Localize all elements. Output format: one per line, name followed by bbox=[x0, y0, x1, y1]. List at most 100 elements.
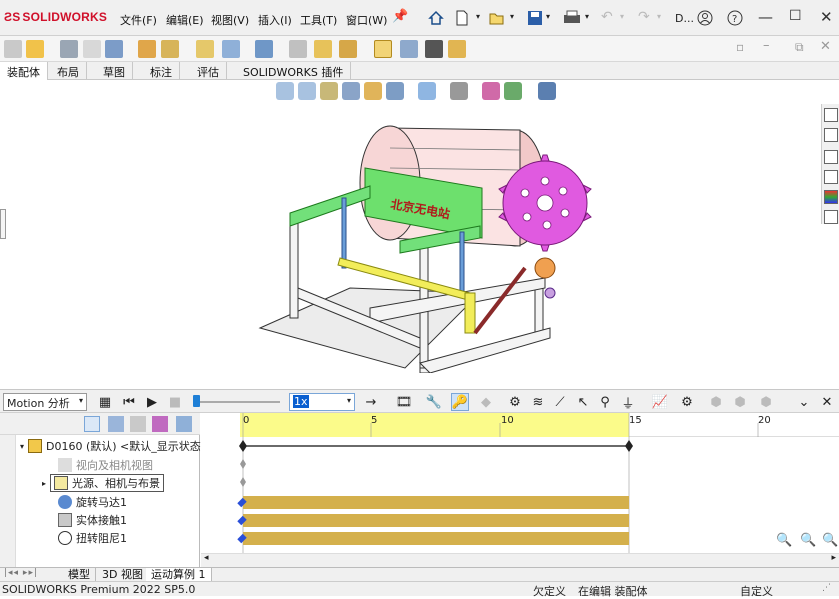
print-icon[interactable] bbox=[563, 10, 581, 26]
play-icon[interactable]: ▶ bbox=[143, 393, 161, 411]
autokey-icon[interactable]: 🔑 bbox=[451, 393, 469, 411]
zoom-in-timeline-icon[interactable]: 🔍 bbox=[800, 533, 816, 548]
results-plots-icon[interactable]: 📈 bbox=[651, 393, 669, 411]
tab-model[interactable]: 模型 bbox=[63, 568, 96, 582]
chevron-down-icon[interactable]: ▾ bbox=[510, 12, 514, 21]
autosize-icon[interactable] bbox=[176, 416, 192, 432]
paperclip-icon[interactable] bbox=[60, 40, 78, 58]
gravity-icon[interactable]: ⏚ bbox=[619, 393, 637, 412]
minimize-window-button[interactable]: — bbox=[758, 8, 773, 26]
home-icon[interactable] bbox=[428, 10, 444, 26]
redo-icon[interactable]: ↷ bbox=[638, 9, 650, 25]
view-settings-icon[interactable] bbox=[538, 82, 556, 100]
appearances-icon[interactable] bbox=[824, 190, 838, 204]
tab-scroll-arrows[interactable]: |◂◂ ▸▸| bbox=[4, 568, 38, 578]
simulation-icon[interactable]: ⬢ bbox=[757, 393, 775, 411]
calculate-icon[interactable]: ▦ bbox=[96, 393, 114, 411]
insert-component-icon[interactable] bbox=[4, 40, 22, 58]
pin-icon[interactable]: 📌 bbox=[392, 9, 408, 24]
collapse-icon[interactable]: ⬢ bbox=[707, 393, 725, 411]
force-icon[interactable]: ↖ bbox=[574, 393, 592, 411]
filter-selected-icon[interactable] bbox=[130, 416, 146, 432]
tab-sketch[interactable]: 草图 bbox=[96, 62, 133, 80]
expand-icon[interactable]: ⬢ bbox=[731, 393, 749, 411]
add-update-key-icon[interactable]: ◆ bbox=[477, 393, 495, 411]
damper-key-bar[interactable] bbox=[243, 532, 629, 545]
study-type-select[interactable]: Motion 分析 ▾ bbox=[3, 393, 87, 411]
show-hidden-icon[interactable] bbox=[161, 40, 179, 58]
menu-tools[interactable]: 工具(T) bbox=[300, 12, 337, 28]
new-motion-study-icon[interactable] bbox=[255, 40, 273, 58]
spring-icon[interactable]: ≋ bbox=[529, 393, 547, 411]
tree-item-lights[interactable]: ▸ 光源、相机与布景 bbox=[42, 474, 165, 492]
filter-driving-icon[interactable] bbox=[108, 416, 124, 432]
motor-icon[interactable]: ⚙ bbox=[506, 393, 524, 411]
scroll-left-icon[interactable]: ◂ bbox=[204, 553, 209, 563]
tree-item-damper[interactable]: 扭转阻尼1 bbox=[58, 529, 127, 547]
animation-wizard-icon[interactable]: 🔧 bbox=[425, 393, 443, 411]
tree-root[interactable]: ▾ D0160 (默认) <默认_显示状态 bbox=[20, 437, 201, 455]
menu-insert[interactable]: 插入(I) bbox=[258, 12, 292, 28]
instant3d-icon[interactable] bbox=[339, 40, 357, 58]
view-orientation-icon[interactable] bbox=[386, 82, 404, 100]
design-library-icon[interactable] bbox=[824, 128, 838, 142]
open-folder-icon[interactable] bbox=[489, 10, 505, 26]
assembly-model-view[interactable]: 北京无电站 bbox=[250, 108, 595, 373]
user-name[interactable]: D... bbox=[675, 12, 694, 25]
filter-animated-icon[interactable] bbox=[84, 416, 100, 432]
zoom-out-timeline-icon[interactable]: 🔍 bbox=[776, 533, 792, 548]
save-icon[interactable] bbox=[527, 10, 543, 26]
user-account-icon[interactable] bbox=[697, 10, 713, 26]
measure-icon[interactable] bbox=[400, 40, 418, 58]
tab-markup[interactable]: 标注 bbox=[143, 62, 180, 80]
restore-icon[interactable]: ▫ bbox=[736, 40, 744, 54]
move-component-icon[interactable] bbox=[138, 40, 156, 58]
apply-scene-icon[interactable] bbox=[504, 82, 522, 100]
assembly-features-icon[interactable] bbox=[196, 40, 214, 58]
tab-3d-views[interactable]: 3D 视图 bbox=[97, 568, 149, 582]
chevron-down-icon[interactable]: ▾ bbox=[546, 12, 550, 21]
display-style-icon[interactable] bbox=[418, 82, 436, 100]
ruler-icon[interactable] bbox=[374, 40, 392, 58]
motion-study-properties-icon[interactable]: ⚙ bbox=[678, 393, 696, 411]
assembly-visualization-icon[interactable] bbox=[448, 40, 466, 58]
section-view-icon[interactable] bbox=[342, 82, 360, 100]
tab-solidworks-addins[interactable]: SOLIDWORKS 插件 bbox=[236, 62, 352, 80]
close-window-button[interactable]: ✕ bbox=[820, 8, 833, 26]
zoom-to-fit-icon[interactable] bbox=[276, 82, 294, 100]
camera-icon[interactable] bbox=[425, 40, 443, 58]
zoom-to-area-icon[interactable] bbox=[298, 82, 316, 100]
file-explorer-icon[interactable] bbox=[824, 150, 838, 164]
bill-of-materials-icon[interactable] bbox=[289, 40, 307, 58]
linear-pattern-icon[interactable] bbox=[83, 40, 101, 58]
view-palette-icon[interactable] bbox=[824, 170, 838, 184]
menu-file[interactable]: 文件(F) bbox=[120, 12, 157, 28]
contact-icon[interactable]: ⚲ bbox=[596, 393, 614, 411]
previous-view-icon[interactable] bbox=[320, 82, 338, 100]
chevron-down-icon[interactable]: ▾ bbox=[657, 12, 661, 21]
mate-icon[interactable] bbox=[26, 40, 44, 58]
stop-icon[interactable]: ■ bbox=[166, 393, 184, 411]
collapse-arrow-icon[interactable]: ▾ bbox=[20, 442, 24, 451]
save-animation-icon[interactable]: 🎞 bbox=[395, 393, 413, 411]
resize-grip-icon[interactable]: ⋰ bbox=[822, 583, 831, 593]
contact-key-bar[interactable] bbox=[243, 514, 629, 527]
help-icon[interactable]: ? bbox=[727, 10, 743, 26]
playback-slider-track[interactable] bbox=[195, 401, 280, 403]
tab-motion-study-1[interactable]: 运动算例 1 bbox=[146, 568, 212, 582]
restore-down-icon[interactable]: ⧉ bbox=[795, 40, 804, 55]
dynamic-annotation-icon[interactable] bbox=[364, 82, 382, 100]
solidworks-logo[interactable]: ƧS SOLIDWORKS bbox=[4, 10, 107, 24]
scroll-right-icon[interactable]: ▸ bbox=[831, 553, 836, 563]
playback-slider-thumb[interactable] bbox=[193, 395, 200, 407]
undo-icon[interactable]: ↶ bbox=[601, 9, 613, 25]
new-document-icon[interactable] bbox=[455, 10, 469, 26]
chevron-down-icon[interactable]: ▾ bbox=[585, 12, 589, 21]
timeline-scrollbar[interactable]: ◂ ▸ bbox=[201, 553, 839, 567]
expand-arrow-icon[interactable]: ▸ bbox=[42, 479, 46, 488]
reference-geometry-icon[interactable] bbox=[222, 40, 240, 58]
damper-icon[interactable]: ⟋ bbox=[551, 393, 569, 411]
menu-view[interactable]: 视图(V) bbox=[211, 12, 249, 28]
close-motion-manager-icon[interactable]: ✕ bbox=[818, 393, 836, 411]
chevron-down-icon[interactable]: ▾ bbox=[476, 12, 480, 21]
